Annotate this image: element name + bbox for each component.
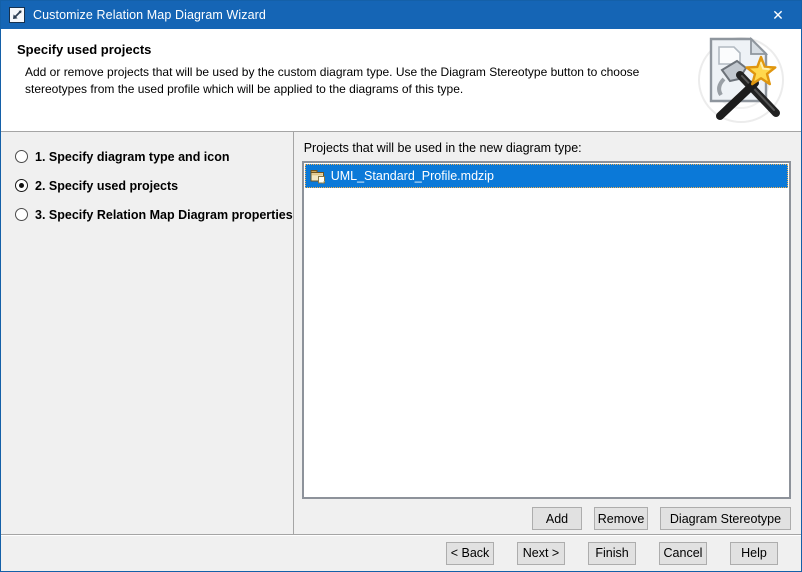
profile-package-icon	[310, 168, 326, 184]
steps-panel: 1. Specify diagram type and icon 2. Spec…	[1, 132, 293, 534]
titlebar[interactable]: Customize Relation Map Diagram Wizard ✕	[1, 1, 801, 29]
list-item[interactable]: UML_Standard_Profile.mdzip	[305, 164, 788, 188]
wizard-dialog: Customize Relation Map Diagram Wizard ✕ …	[0, 0, 802, 572]
step-radio-diagram-type[interactable]: 1. Specify diagram type and icon	[15, 146, 293, 167]
add-button[interactable]: Add	[532, 507, 582, 530]
remove-button[interactable]: Remove	[594, 507, 648, 530]
projects-list[interactable]: UML_Standard_Profile.mdzip	[302, 161, 791, 499]
wizard-header: Specify used projects Add or remove proj…	[1, 29, 801, 132]
next-button[interactable]: Next >	[517, 542, 565, 565]
step-label: 2. Specify used projects	[35, 179, 178, 193]
projects-list-label: Projects that will be used in the new di…	[304, 141, 791, 155]
step-label: 1. Specify diagram type and icon	[35, 150, 230, 164]
wizard-document-hammer-star-icon	[695, 34, 789, 128]
radio-checked-icon[interactable]	[15, 179, 28, 192]
back-button[interactable]: < Back	[446, 542, 494, 565]
radio-icon[interactable]	[15, 208, 28, 221]
project-name: UML_Standard_Profile.mdzip	[331, 169, 494, 183]
step-radio-used-projects[interactable]: 2. Specify used projects	[15, 175, 293, 196]
help-button[interactable]: Help	[730, 542, 778, 565]
wizard-body: 1. Specify diagram type and icon 2. Spec…	[1, 132, 801, 534]
radio-icon[interactable]	[15, 150, 28, 163]
projects-panel: Projects that will be used in the new di…	[294, 132, 801, 534]
step-label: 3. Specify Relation Map Diagram properti…	[35, 208, 293, 222]
app-icon	[9, 7, 25, 23]
page-title: Specify used projects	[17, 42, 785, 57]
window-title: Customize Relation Map Diagram Wizard	[33, 8, 755, 22]
finish-button[interactable]: Finish	[588, 542, 636, 565]
step-radio-relation-map-properties[interactable]: 3. Specify Relation Map Diagram properti…	[15, 204, 293, 225]
cancel-button[interactable]: Cancel	[659, 542, 707, 565]
close-icon[interactable]: ✕	[755, 1, 801, 29]
list-actions: Add Remove Diagram Stereotype	[302, 507, 791, 530]
wizard-footer: < Back Next > Finish Cancel Help	[1, 534, 801, 571]
page-description: Add or remove projects that will be used…	[25, 64, 689, 99]
diagram-stereotype-button[interactable]: Diagram Stereotype	[660, 507, 791, 530]
